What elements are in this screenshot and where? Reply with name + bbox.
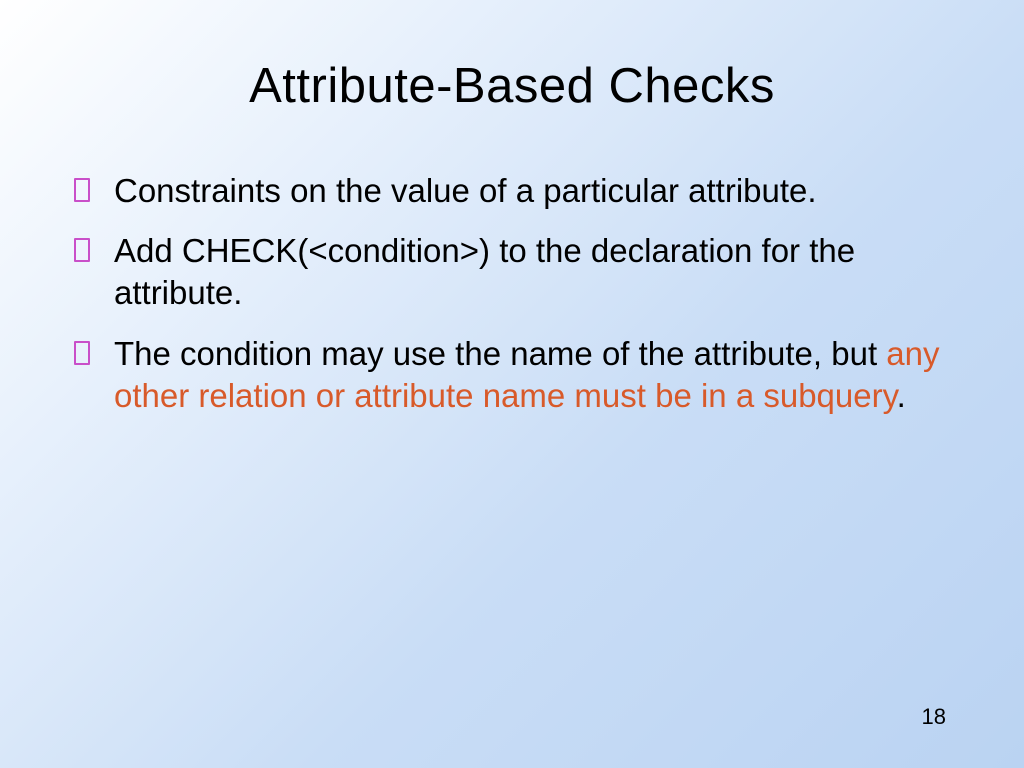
slide: Attribute-Based Checks Constraints on th…: [0, 0, 1024, 768]
bullet-item: The condition may use the name of the at…: [114, 333, 954, 417]
slide-title: Attribute-Based Checks: [70, 58, 954, 114]
bullet-text-suffix: .: [897, 377, 906, 414]
bullet-item: Add CHECK(<condition>) to the declaratio…: [114, 230, 954, 314]
bullet-list: Constraints on the value of a particular…: [70, 170, 954, 417]
bullet-text: Constraints on the value of a particular…: [114, 172, 817, 209]
bullet-text: Add CHECK(<condition>) to the declaratio…: [114, 232, 855, 311]
bullet-text-prefix: The condition may use the name of the at…: [114, 335, 886, 372]
page-number: 18: [922, 704, 946, 730]
bullet-item: Constraints on the value of a particular…: [114, 170, 954, 212]
